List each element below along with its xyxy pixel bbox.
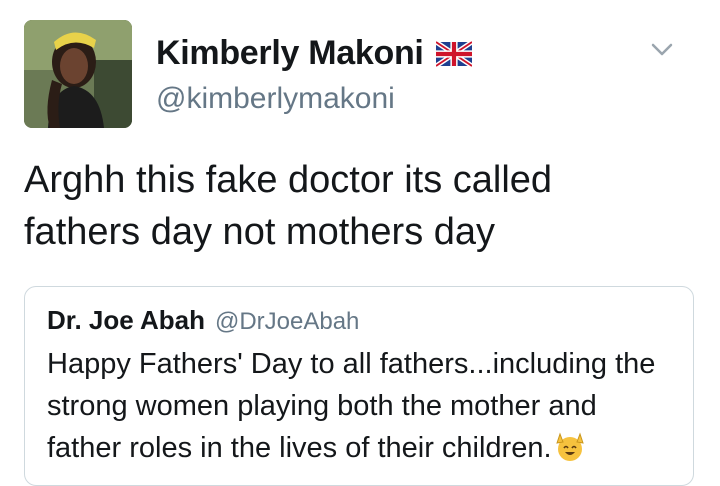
quoted-handle: @DrJoeAbah (214, 308, 360, 335)
raising-hands-emoji-icon (554, 431, 586, 463)
quoted-text-line: Happy Fathers' Day to all fathers...incl… (47, 348, 656, 380)
author-display-name[interactable]: Kimberly Makoni (156, 34, 424, 73)
tweet-text-line: fathers day not mothers day (24, 211, 496, 253)
avatar[interactable] (24, 20, 132, 128)
chevron-down-icon[interactable] (646, 34, 678, 66)
quoted-text-line: father roles in the lives of their child… (47, 427, 679, 469)
quoted-text-line-content: father roles in the lives of their child… (47, 432, 552, 464)
uk-flag-icon (434, 39, 473, 68)
quoted-tweet[interactable]: Dr. Joe Abah @DrJoeAbah Happy Fathers' D… (24, 286, 694, 486)
author-handle[interactable]: @kimberlymakoni (156, 82, 395, 116)
quoted-display-name: Dr. Joe Abah (47, 305, 205, 335)
tweet-text: Arghh this fake doctor its called father… (24, 154, 696, 258)
tweet-text-line: Arghh this fake doctor its called (24, 159, 553, 201)
quoted-text-line: strong women playing both the mother and (47, 390, 597, 422)
quoted-text: Happy Fathers' Day to all fathers...incl… (47, 343, 679, 469)
